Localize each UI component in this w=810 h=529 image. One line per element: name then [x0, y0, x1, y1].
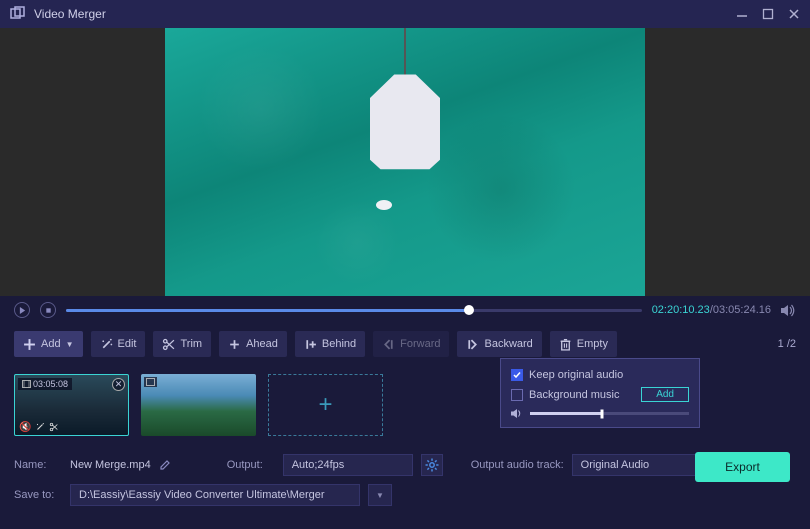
clip-strip: 03:05:08 ✕ 🔇 + Keep original audio Backg… — [0, 364, 810, 444]
seek-slider[interactable] — [66, 309, 642, 312]
keep-original-label: Keep original audio — [529, 369, 623, 381]
ahead-label: Ahead — [246, 338, 278, 350]
output-label: Output: — [227, 459, 275, 471]
current-time: 02:20:10.23 — [652, 304, 710, 316]
trim-button[interactable]: Trim — [153, 331, 211, 357]
film-icon — [22, 380, 31, 388]
edit-clip-icon[interactable] — [35, 422, 45, 433]
behind-button[interactable]: Behind — [295, 331, 365, 357]
playback-bar: 02:20:10.23/03:05:24.16 — [0, 296, 810, 324]
timecode: 02:20:10.23/03:05:24.16 — [652, 304, 771, 316]
remove-clip-button[interactable]: ✕ — [112, 378, 125, 391]
trash-icon — [559, 338, 572, 351]
ahead-icon — [228, 338, 241, 351]
add-clip-button[interactable]: + — [268, 374, 383, 436]
audio-panel: Keep original audio Background music Add — [500, 358, 700, 428]
volume-slider[interactable] — [530, 412, 689, 415]
volume-icon — [511, 408, 524, 419]
clip-duration-badge: 03:05:08 — [18, 378, 72, 390]
behind-icon — [304, 338, 317, 351]
scissors-icon — [162, 338, 175, 351]
close-button[interactable] — [788, 8, 800, 20]
output-format-field[interactable]: Auto;24fps — [283, 454, 413, 476]
titlebar: Video Merger — [0, 0, 810, 28]
minimize-button[interactable] — [736, 8, 748, 20]
add-button[interactable]: Add ▼ — [14, 331, 83, 357]
gear-icon — [425, 458, 439, 472]
behind-label: Behind — [322, 338, 356, 350]
film-icon — [146, 378, 155, 386]
empty-button[interactable]: Empty — [550, 331, 617, 357]
audio-track-label: Output audio track: — [471, 459, 564, 471]
edit-button[interactable]: Edit — [91, 331, 146, 357]
export-button[interactable]: Export — [695, 452, 790, 482]
save-to-label: Save to: — [14, 489, 62, 501]
backward-button[interactable]: Backward — [457, 331, 541, 357]
backward-label: Backward — [484, 338, 532, 350]
background-music-checkbox[interactable] — [511, 389, 523, 401]
plus-icon: + — [318, 391, 332, 419]
edit-label: Edit — [118, 338, 137, 350]
plus-icon — [23, 338, 36, 351]
trim-clip-icon[interactable] — [49, 422, 59, 433]
trim-label: Trim — [180, 338, 202, 350]
save-path-field[interactable]: D:\Eassiy\Eassiy Video Converter Ultimat… — [70, 484, 360, 506]
page-indicator: 1 /2 — [778, 338, 796, 350]
chevron-down-icon: ▼ — [66, 340, 74, 349]
play-button[interactable] — [14, 302, 30, 318]
video-preview-area — [0, 28, 810, 296]
save-path-dropdown[interactable]: ▼ — [368, 484, 392, 506]
edit-name-button[interactable] — [159, 459, 171, 471]
maximize-button[interactable] — [762, 8, 774, 20]
output-settings-button[interactable] — [421, 454, 443, 476]
name-label: Name: — [14, 459, 62, 471]
clip-thumbnail[interactable] — [141, 374, 256, 436]
add-label: Add — [41, 338, 61, 350]
stop-button[interactable] — [40, 302, 56, 318]
wand-icon — [100, 338, 113, 351]
bg-music-label: Background music — [529, 389, 620, 401]
backward-icon — [466, 338, 479, 351]
total-time: 03:05:24.16 — [713, 304, 771, 316]
forward-button: Forward — [373, 331, 449, 357]
app-logo-icon — [10, 6, 26, 22]
forward-label: Forward — [400, 338, 440, 350]
empty-label: Empty — [577, 338, 608, 350]
video-preview[interactable] — [165, 28, 645, 296]
name-value: New Merge.mp4 — [70, 459, 151, 471]
volume-icon[interactable] — [781, 304, 796, 317]
keep-original-audio-checkbox[interactable] — [511, 369, 523, 381]
ahead-button[interactable]: Ahead — [219, 331, 287, 357]
mute-icon[interactable]: 🔇 — [19, 422, 31, 433]
forward-icon — [382, 338, 395, 351]
clip-thumbnail[interactable]: 03:05:08 ✕ 🔇 — [14, 374, 129, 436]
export-bar: Name: New Merge.mp4 Output: Auto;24fps O… — [0, 444, 810, 524]
add-music-button[interactable]: Add — [641, 387, 689, 402]
clip-duration-badge — [144, 377, 157, 387]
app-title: Video Merger — [34, 7, 736, 21]
